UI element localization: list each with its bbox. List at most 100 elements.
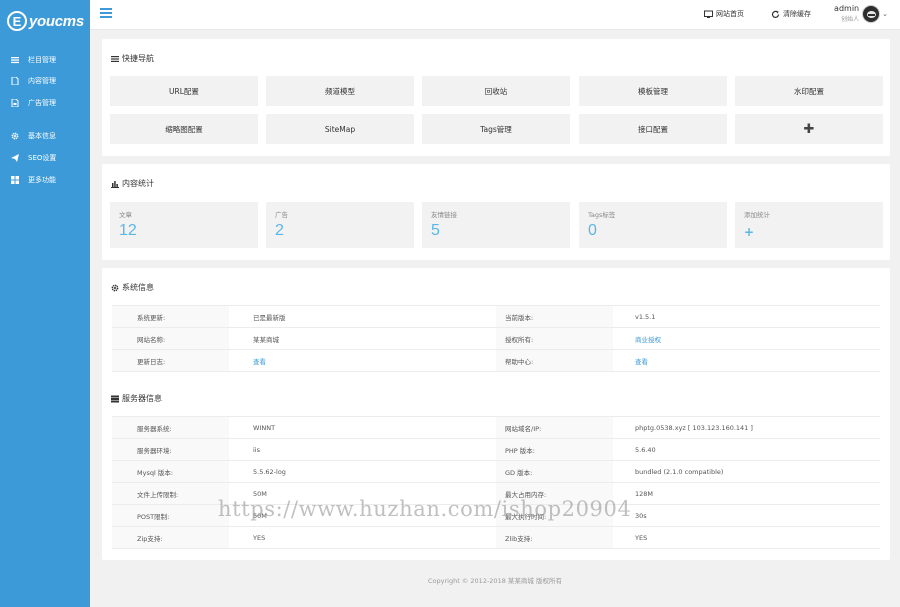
- content-stats-title-text: 内容统计: [122, 179, 154, 188]
- sidebar-item-seo[interactable]: SEO设置: [11, 151, 56, 165]
- field-label: 帮助中心:: [496, 349, 613, 372]
- sidebar-item-basic-info[interactable]: 基本信息: [11, 129, 56, 143]
- stat-articles[interactable]: 文章 12: [110, 202, 258, 248]
- field-value: WINNT: [229, 416, 496, 439]
- quick-sitemap-button[interactable]: SiteMap: [266, 114, 414, 144]
- field-value: 5.5.62-log: [229, 460, 496, 483]
- field-label: 当前版本:: [496, 305, 613, 328]
- stat-tags[interactable]: Tags标签 0: [579, 202, 727, 248]
- stat-links[interactable]: 友情链接 5: [422, 202, 570, 248]
- clear-cache-label: 清除缓存: [783, 10, 811, 18]
- sidebar-item-label: 广告管理: [28, 99, 56, 107]
- sidebar-item-label: 栏目管理: [28, 56, 56, 64]
- field-value: 128M: [613, 482, 880, 505]
- field-value: v1.5.1: [613, 305, 880, 328]
- field-label: Zip支持:: [112, 526, 229, 549]
- sidebar-item-label: SEO设置: [28, 154, 57, 162]
- field-label: PHP 版本:: [496, 438, 613, 461]
- field-label: 系统更新:: [112, 305, 229, 328]
- content-stats-title: 内容统计: [111, 178, 154, 189]
- stat-label: 友情链接: [431, 211, 457, 219]
- quick-watermark-button[interactable]: 水印配置: [735, 76, 883, 106]
- user-name: admin: [834, 4, 860, 13]
- quick-api-config-button[interactable]: 接口配置: [579, 114, 727, 144]
- stat-label: Tags标签: [588, 211, 616, 219]
- menu-toggle-icon[interactable]: [100, 8, 112, 20]
- field-label: 更新日志:: [112, 349, 229, 372]
- field-value: bundled (2.1.0 compatible): [613, 460, 880, 483]
- license-link[interactable]: 商业授权: [635, 336, 661, 344]
- image-document-icon: [11, 99, 19, 107]
- server-info-title: 服务器信息: [111, 393, 162, 404]
- send-icon: [11, 154, 19, 162]
- site-home-link[interactable]: 网站首页: [704, 8, 744, 20]
- list-icon: [111, 55, 119, 62]
- field-value: 已是最新版: [229, 305, 496, 328]
- field-label: 网站名称:: [112, 327, 229, 350]
- stat-label: 添加统计: [744, 211, 770, 219]
- server-info-title-text: 服务器信息: [122, 394, 162, 403]
- list-icon: [11, 56, 19, 64]
- quick-recycle-bin-button[interactable]: 回收站: [422, 76, 570, 106]
- sidebar-item-more[interactable]: 更多功能: [11, 173, 56, 187]
- avatar: [862, 4, 881, 23]
- table-row: 服务器环境: iis PHP 版本: 5.6.40: [112, 438, 880, 461]
- refresh-icon: [771, 10, 780, 18]
- monitor-icon: [704, 10, 713, 18]
- table-row: 更新日志: 查看 帮助中心: 查看: [112, 349, 880, 372]
- stat-label: 文章: [119, 211, 132, 219]
- system-info-title-text: 系统信息: [122, 283, 154, 292]
- sidebar-item-content[interactable]: 内容管理: [11, 74, 56, 88]
- logo-text: youcms: [29, 12, 84, 30]
- changelog-link[interactable]: 查看: [253, 358, 266, 366]
- document-icon: [11, 77, 19, 85]
- bar-chart-icon: [111, 180, 119, 188]
- logo-mark: E: [7, 11, 27, 31]
- stat-value: 2: [275, 222, 284, 239]
- user-menu[interactable]: admin 创始人 ⌄: [834, 4, 888, 23]
- field-label: 授权所有:: [496, 327, 613, 350]
- sidebar-item-label: 更多功能: [28, 176, 56, 184]
- quick-nav-title-text: 快捷导航: [122, 54, 154, 63]
- top-bar: 网站首页 清除缓存 admin 创始人 ⌄: [90, 0, 900, 30]
- system-info-title: 系统信息: [111, 282, 154, 293]
- sidebar-item-label: 内容管理: [28, 77, 56, 85]
- user-role: 创始人: [841, 16, 860, 23]
- stat-value: 12: [119, 222, 137, 239]
- stat-label: 广告: [275, 211, 288, 219]
- quick-url-config-button[interactable]: URL配置: [110, 76, 258, 106]
- add-stat-icon[interactable]: +: [744, 225, 754, 239]
- stat-ads[interactable]: 广告 2: [266, 202, 414, 248]
- field-label: POST限制:: [112, 504, 229, 527]
- sidebar-item-label: 基本信息: [28, 132, 56, 140]
- server-info-table: 服务器系统: WINNT 网站域名/IP: phptg.0538.xyz [ 1…: [112, 416, 880, 549]
- table-row: 系统更新: 已是最新版 当前版本: v1.5.1: [112, 305, 880, 328]
- quick-nav-title: 快捷导航: [111, 53, 154, 64]
- gear-icon: [11, 132, 19, 140]
- field-value: 5.6.40: [613, 438, 880, 461]
- sidebar-item-ads[interactable]: 广告管理: [11, 96, 56, 110]
- quick-tags-button[interactable]: Tags管理: [422, 114, 570, 144]
- table-row: Mysql 版本: 5.5.62-log GD 版本: bundled (2.1…: [112, 460, 880, 483]
- clear-cache-link[interactable]: 清除缓存: [771, 8, 811, 20]
- stat-add[interactable]: 添加统计 +: [735, 202, 883, 248]
- table-row: 服务器系统: WINNT 网站域名/IP: phptg.0538.xyz [ 1…: [112, 416, 880, 439]
- table-row: Zip支持: YES Zlib支持: YES: [112, 526, 880, 549]
- chevron-down-icon: ⌄: [882, 9, 888, 18]
- footer-copyright: Copyright © 2012-2018 某某商城 版权所有: [428, 577, 562, 585]
- watermark-text: https://www.huzhan.com/ishop20904: [218, 497, 632, 521]
- sidebar: E youcms 栏目管理 内容管理 广告管理 基本信息 SEO设置 更多功能: [0, 0, 90, 607]
- logo[interactable]: E youcms: [7, 11, 84, 31]
- quick-thumbnail-button[interactable]: 缩略图配置: [110, 114, 258, 144]
- help-center-link[interactable]: 查看: [635, 358, 648, 366]
- stat-value: 0: [588, 222, 597, 239]
- table-row: 网站名称: 某某商城 授权所有: 商业授权: [112, 327, 880, 350]
- quick-template-button[interactable]: 模板管理: [579, 76, 727, 106]
- site-home-label: 网站首页: [716, 10, 744, 18]
- sidebar-item-columns[interactable]: 栏目管理: [11, 53, 56, 67]
- quick-channel-model-button[interactable]: 频道模型: [266, 76, 414, 106]
- system-info-table: 系统更新: 已是最新版 当前版本: v1.5.1 网站名称: 某某商城 授权所有…: [112, 305, 880, 372]
- field-label: Mysql 版本:: [112, 460, 229, 483]
- quick-add-button[interactable]: ✚: [735, 114, 883, 144]
- field-value: 30s: [613, 504, 880, 527]
